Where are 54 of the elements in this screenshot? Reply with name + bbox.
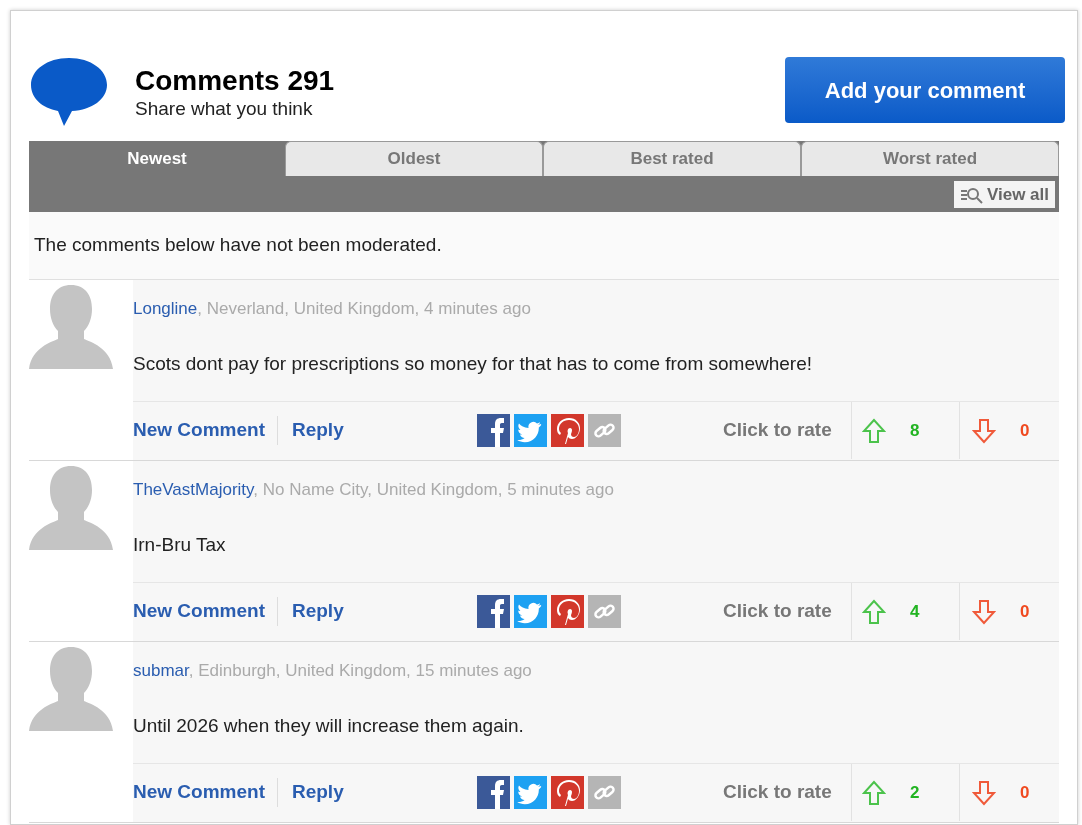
new-comment-link[interactable]: New Comment: [133, 416, 278, 445]
rate-label: Click to rate: [723, 418, 833, 443]
downvote-count: 0: [1020, 419, 1030, 442]
up-arrow-icon[interactable]: [862, 598, 886, 625]
comment-meta: , No Name City, United Kingdom, 5 minutes ago: [253, 480, 614, 499]
sort-tab[interactable]: Worst rated: [801, 141, 1059, 176]
avatar-silhouette-icon: [29, 645, 113, 733]
sort-tab[interactable]: Best rated: [543, 141, 801, 176]
downvote-count: 0: [1020, 781, 1030, 804]
down-arrow-icon[interactable]: [972, 598, 996, 625]
author-link[interactable]: submar: [133, 661, 189, 680]
add-comment-button[interactable]: Add your comment: [785, 57, 1065, 123]
comment-text: Until 2026 when they will increase them again.: [133, 714, 525, 738]
down-arrow-icon[interactable]: [972, 417, 996, 444]
down-arrow-icon[interactable]: [972, 779, 996, 806]
reply-link[interactable]: Reply: [277, 778, 344, 807]
moderation-notice: The comments below have not been moderated.: [34, 233, 442, 258]
link-icon[interactable]: [588, 414, 621, 447]
up-arrow-icon[interactable]: [862, 779, 886, 806]
link-icon[interactable]: [588, 595, 621, 628]
new-comment-link[interactable]: New Comment: [133, 778, 278, 807]
rate-label: Click to rate: [723, 599, 833, 624]
author-link[interactable]: Longline: [133, 299, 198, 318]
comment-text: Scots dont pay for prescriptions so money for that has to come from somewhere!: [133, 352, 814, 376]
upvote-count: 2: [910, 781, 920, 804]
upvote-count: 4: [910, 600, 920, 623]
facebook-icon[interactable]: [477, 595, 510, 628]
pinterest-icon[interactable]: [551, 595, 584, 628]
reply-link[interactable]: Reply: [277, 597, 344, 626]
upvote-count: 8: [910, 419, 920, 442]
comments-title: Comments 291: [135, 64, 335, 98]
avatar-silhouette-icon: [29, 464, 113, 552]
pinterest-icon[interactable]: [551, 776, 584, 809]
link-icon[interactable]: [588, 776, 621, 809]
downvote-count: 0: [1020, 600, 1030, 623]
view-all-button[interactable]: View all: [953, 181, 1055, 208]
new-comment-link[interactable]: New Comment: [133, 597, 278, 626]
twitter-icon[interactable]: [514, 414, 547, 447]
avatar-silhouette-icon: [29, 283, 113, 371]
sort-tab[interactable]: Oldest: [285, 141, 543, 176]
rate-label: Click to rate: [723, 780, 833, 805]
facebook-icon[interactable]: [477, 776, 510, 809]
comment-text: Irn-Bru Tax: [133, 533, 227, 557]
twitter-icon[interactable]: [514, 776, 547, 809]
author-link[interactable]: TheVastMajority: [133, 480, 254, 499]
search-icon: [959, 185, 984, 204]
twitter-icon[interactable]: [514, 595, 547, 628]
reply-link[interactable]: Reply: [277, 416, 344, 445]
facebook-icon[interactable]: [477, 414, 510, 447]
pinterest-icon[interactable]: [551, 414, 584, 447]
speech-bubble-icon: [29, 56, 109, 128]
comments-subtitle: Share what you think: [135, 98, 314, 120]
up-arrow-icon[interactable]: [862, 417, 886, 444]
comment-meta: , Neverland, United Kingdom, 4 minutes ago: [197, 299, 531, 318]
